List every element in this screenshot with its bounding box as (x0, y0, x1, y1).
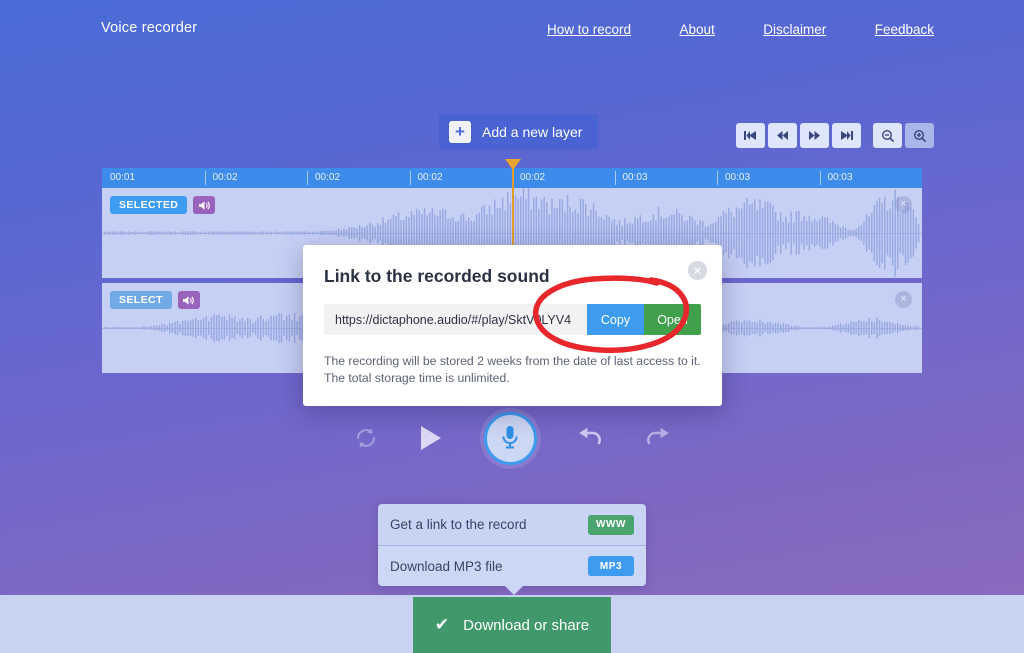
page-header: Voice recorder How to record About Discl… (0, 0, 1024, 58)
menu-item-label: Download MP3 file (390, 558, 503, 574)
fast-forward-icon[interactable] (800, 123, 829, 148)
speaker-icon[interactable] (177, 291, 200, 309)
nav-link-feedback[interactable]: Feedback (875, 22, 934, 37)
voice-recorder-app: Voice recorder How to record About Discl… (0, 0, 1024, 653)
modal-title: Link to the recorded sound (324, 266, 550, 286)
menu-item-download-mp3[interactable]: Download MP3 file MP3 (378, 545, 646, 586)
rewind-icon[interactable] (768, 123, 797, 148)
main-nav: How to record About Disclaimer Feedback (503, 21, 934, 39)
track-badges: SELECTED (110, 196, 216, 214)
link-modal: Link to the recorded sound ✕ Copy Open T… (303, 245, 722, 406)
ruler-tick: 00:02 (307, 168, 410, 188)
menu-item-label: Get a link to the record (390, 517, 527, 532)
download-or-share-button[interactable]: ✔ Download or share (413, 597, 611, 653)
share-button-label: Download or share (463, 616, 590, 634)
share-link-input[interactable] (324, 312, 587, 327)
nav-link-disclaimer[interactable]: Disclaimer (763, 22, 826, 37)
copy-link-button[interactable]: Copy (587, 304, 644, 335)
modal-note-line-1: The recording will be stored 2 weeks fro… (324, 354, 701, 368)
track-select-button[interactable]: SELECT (110, 291, 172, 309)
skip-to-end-icon[interactable] (832, 123, 861, 148)
close-icon[interactable]: × (895, 291, 912, 308)
ruler-tick: 00:03 (614, 168, 718, 188)
redo-button[interactable] (644, 427, 671, 449)
link-input-row: Copy Open (324, 304, 701, 335)
modal-note-line-2: The total storage time is unlimited. (324, 371, 510, 385)
skip-to-start-icon[interactable] (736, 123, 765, 148)
undo-button[interactable] (577, 427, 604, 449)
brand-title: Voice recorder (101, 20, 198, 36)
ruler-tick: 00:02 (409, 168, 513, 188)
ruler-tick: 00:03 (819, 168, 923, 188)
loop-button[interactable] (354, 426, 378, 450)
share-dropdown-menu: Get a link to the record WWW Download MP… (378, 504, 646, 586)
record-button[interactable] (483, 411, 537, 465)
open-link-button[interactable]: Open (644, 304, 701, 335)
ruler-tick: 00:01 (110, 172, 136, 183)
close-icon[interactable]: × (895, 196, 912, 213)
check-icon: ✔ (434, 615, 450, 634)
nav-link-how-to-record[interactable]: How to record (547, 22, 631, 37)
playback-controls (0, 411, 1024, 465)
ruler-tick: 00:03 (717, 168, 820, 188)
zoom-out-icon[interactable] (873, 123, 902, 148)
zoom-in-icon[interactable] (905, 123, 934, 148)
www-badge: WWW (588, 514, 634, 535)
track-select-button[interactable]: SELECTED (110, 196, 188, 214)
nav-link-about[interactable]: About (680, 22, 715, 37)
track-badges: SELECT (110, 291, 200, 309)
add-new-layer-button[interactable]: + Add a new layer (439, 114, 599, 149)
play-button[interactable] (418, 424, 444, 452)
ruler-tick: 00:02 (512, 168, 615, 188)
ruler-tick: 00:02 (204, 168, 308, 188)
modal-note: The recording will be stored 2 weeks fro… (324, 353, 704, 387)
add-layer-label: Add a new layer (482, 123, 583, 140)
speaker-icon[interactable] (193, 196, 216, 214)
dropdown-caret (504, 585, 524, 595)
microphone-icon (502, 426, 518, 449)
menu-item-get-link[interactable]: Get a link to the record WWW (378, 504, 646, 545)
close-icon[interactable]: ✕ (688, 261, 707, 280)
transport-toolbar (736, 123, 934, 148)
mp3-badge: MP3 (588, 556, 634, 576)
plus-icon: + (449, 120, 471, 143)
